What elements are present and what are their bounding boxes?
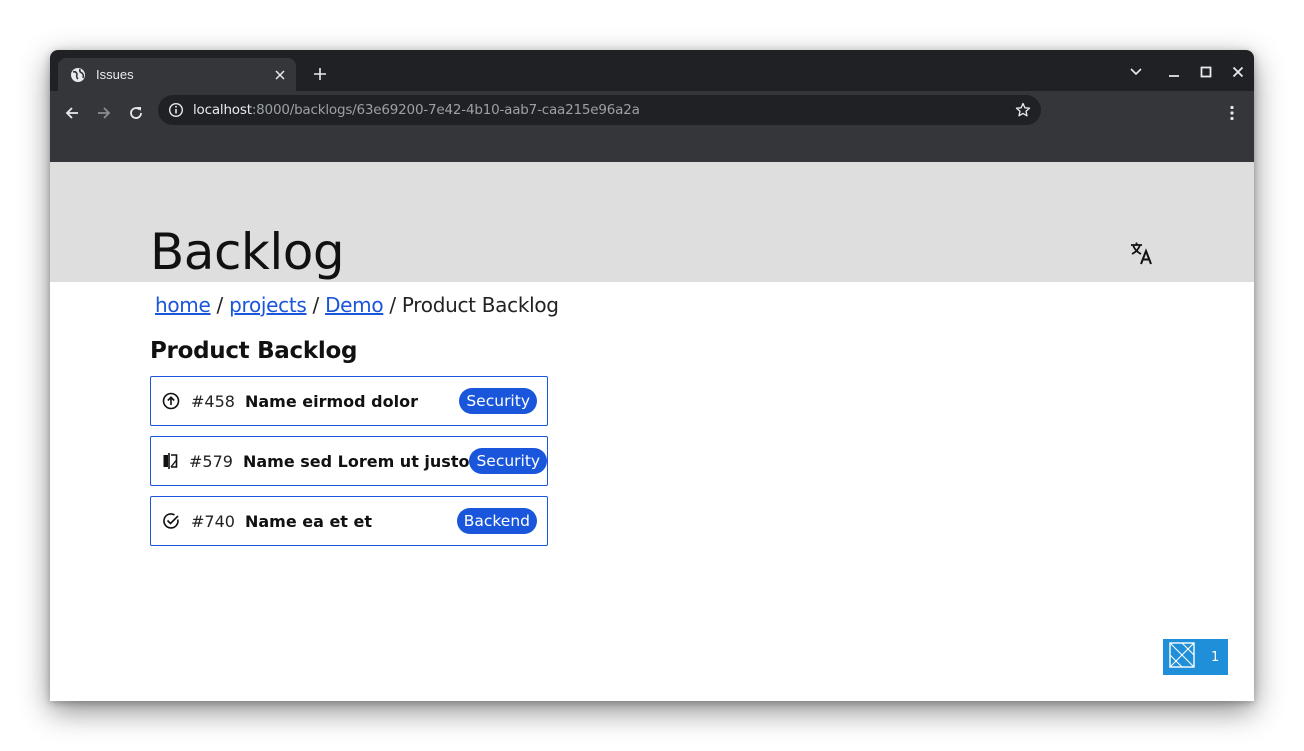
section-title: Product Backlog bbox=[150, 338, 358, 364]
forward-arrow-icon[interactable] bbox=[90, 99, 118, 127]
browser-menu-icon[interactable] bbox=[1222, 103, 1242, 123]
issue-card[interactable]: #740 Name ea et et Backend bbox=[150, 496, 548, 546]
issue-label-badge: Security bbox=[469, 448, 548, 474]
check-circle-icon bbox=[161, 511, 181, 531]
debug-toolbar-count: 1 bbox=[1211, 649, 1220, 665]
breadcrumb-separator: / bbox=[306, 293, 326, 317]
url-text: localhost:8000/backlogs/63e69200-7e42-4b… bbox=[193, 102, 640, 118]
site-info-icon[interactable] bbox=[168, 102, 184, 118]
reload-icon[interactable] bbox=[122, 99, 150, 127]
browser-window: Issues localhost:8000/backlogs/63e69200-… bbox=[50, 50, 1254, 701]
issue-number: #579 bbox=[189, 451, 233, 471]
issue-label-badge: Security bbox=[459, 388, 537, 414]
tab-title: Issues bbox=[96, 67, 134, 82]
issue-list: #458 Name eirmod dolor Security #579 Nam… bbox=[150, 376, 548, 556]
breadcrumb-current: Product Backlog bbox=[401, 293, 559, 317]
close-window-icon[interactable] bbox=[1228, 62, 1248, 82]
page-header: Backlog bbox=[50, 162, 1254, 282]
page-content: Backlog home / projects / Demo / Product… bbox=[50, 162, 1254, 701]
breadcrumb-home-link[interactable]: home bbox=[155, 293, 211, 317]
url-host: localhost bbox=[193, 102, 252, 118]
issue-number: #740 bbox=[191, 511, 235, 531]
issue-name: Name eirmod dolor bbox=[244, 391, 418, 411]
address-bar[interactable]: localhost:8000/backlogs/63e69200-7e42-4b… bbox=[158, 95, 1041, 125]
translate-icon[interactable] bbox=[1129, 240, 1155, 266]
bookmark-star-icon[interactable] bbox=[1015, 102, 1031, 118]
breadcrumb-separator: / bbox=[383, 293, 402, 317]
tab-strip: Issues bbox=[50, 50, 1254, 91]
tab-search-icon[interactable] bbox=[1126, 62, 1146, 82]
issue-name: Name sed Lorem ut justo bbox=[242, 451, 470, 471]
breadcrumb-separator: / bbox=[210, 293, 230, 317]
issue-card[interactable]: #579 Name sed Lorem ut justo Security bbox=[150, 436, 548, 486]
issue-number: #458 bbox=[191, 391, 235, 411]
back-arrow-icon[interactable] bbox=[58, 99, 86, 127]
compare-icon bbox=[161, 451, 179, 471]
maximize-icon[interactable] bbox=[1196, 62, 1216, 82]
debug-toolbar-logo-icon bbox=[1169, 641, 1195, 673]
issue-card[interactable]: #458 Name eirmod dolor Security bbox=[150, 376, 548, 426]
issue-label-badge: Backend bbox=[456, 508, 537, 534]
close-tab-icon[interactable] bbox=[272, 67, 288, 83]
breadcrumb-demo-link[interactable]: Demo bbox=[325, 293, 384, 317]
globe-icon bbox=[70, 67, 86, 83]
url-path: :8000/backlogs/63e69200-7e42-4b10-aab7-c… bbox=[251, 102, 640, 118]
browser-toolbar: localhost:8000/backlogs/63e69200-7e42-4b… bbox=[50, 91, 1254, 162]
page-title: Backlog bbox=[150, 223, 345, 281]
browser-tab[interactable]: Issues bbox=[58, 58, 296, 91]
breadcrumb-projects-link[interactable]: projects bbox=[229, 293, 307, 317]
issue-name: Name ea et et bbox=[244, 511, 373, 531]
arrow-up-circle-icon bbox=[161, 391, 181, 411]
debug-toolbar-toggle[interactable]: 1 bbox=[1163, 639, 1228, 675]
new-tab-button[interactable] bbox=[310, 64, 330, 84]
breadcrumb: home / projects / Demo / Product Backlog bbox=[155, 293, 559, 317]
minimize-icon[interactable] bbox=[1164, 62, 1184, 82]
